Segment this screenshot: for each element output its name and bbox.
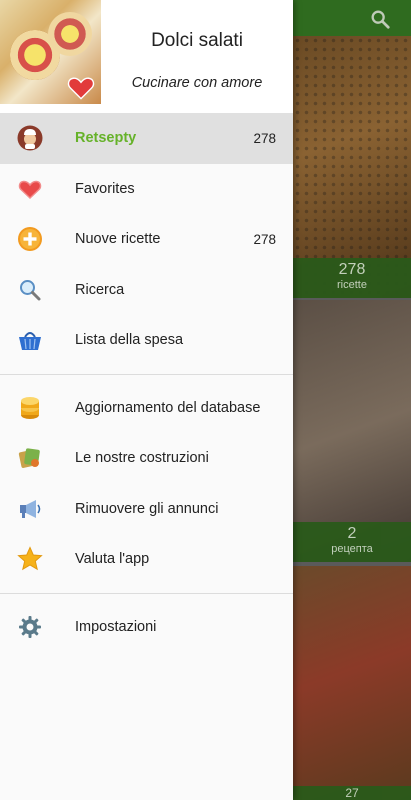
card-caption: 278 ricette [293,258,411,298]
star-icon [16,545,44,573]
menu-item-database-update[interactable]: Aggiornamento del database [0,383,293,434]
menu-item-settings[interactable]: Impostazioni [0,602,293,653]
menu-item-label: Ricerca [75,281,125,298]
menu-item-rate-app[interactable]: Valuta l'app [0,534,293,585]
divider [0,373,293,375]
card-label: рецепта [331,543,373,555]
menu-item-search[interactable]: Ricerca [0,265,293,316]
gear-icon [16,613,44,641]
magnifier-icon [16,276,44,304]
app-subtitle: Cucinare con amore [131,75,263,91]
menu-item-label: Le nostre costruzioni [75,450,209,467]
category-card[interactable]: 27 [293,566,411,800]
menu-item-count: 278 [253,130,276,146]
menu-item-new-recipes[interactable]: Nuove ricette 278 [0,214,293,265]
navigation-drawer: Dolci salati Cucinare con amore Retsepty… [0,0,293,800]
menu-item-remove-ads[interactable]: Rimuovere gli annunci [0,484,293,535]
menu-item-label: Favorites [75,180,135,197]
menu-item-label: Impostazioni [75,618,157,635]
menu-item-label: Nuove ricette [75,231,161,248]
category-card[interactable]: 278 ricette [293,36,411,298]
menu-item-favorites[interactable]: Favorites [0,164,293,215]
drawer-header: Dolci salati Cucinare con amore [0,0,293,113]
app-logo-image [0,0,101,104]
category-card[interactable]: 2 рецепта [293,300,411,562]
app-title: Dolci salati [151,30,243,51]
apps-icon [16,444,44,472]
menu-tertiary: Impostazioni [0,602,293,653]
heart-icon [67,77,95,100]
menu-secondary: Aggiornamento del database Le nostre cos… [0,383,293,585]
menu-item-recipes[interactable]: Retsepty 278 [0,113,293,164]
menu-item-shopping-list[interactable]: Lista della spesa [0,315,293,366]
menu-item-our-apps[interactable]: Le nostre costruzioni [0,433,293,484]
menu-item-label: Valuta l'app [75,551,150,568]
menu-item-label: Retsepty [75,130,137,147]
chef-avatar-icon [16,124,44,152]
card-caption: 2 рецепта [293,522,411,562]
search-icon[interactable] [369,8,391,30]
divider [0,592,293,594]
basket-icon [16,326,44,354]
heart-icon [16,175,44,203]
card-count: 2 [347,525,357,542]
card-count: 27 [345,786,359,800]
menu-item-label: Aggiornamento del database [75,399,261,416]
megaphone-icon [16,495,44,523]
database-icon [16,394,44,422]
card-count: 278 [338,261,366,278]
menu-item-label: Rimuovere gli annunci [75,500,219,517]
plus-circle-icon [16,225,44,253]
card-caption: 27 [293,786,411,800]
menu-primary: Retsepty 278 Favorites Nuove ricette 278… [0,113,293,366]
card-label: ricette [337,279,367,291]
menu-item-label: Lista della spesa [75,332,184,349]
menu-item-count: 278 [253,231,276,247]
